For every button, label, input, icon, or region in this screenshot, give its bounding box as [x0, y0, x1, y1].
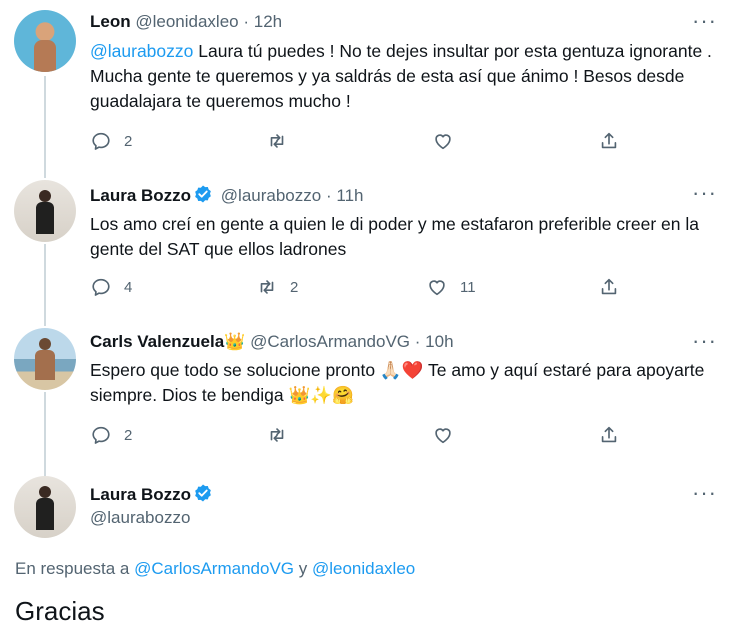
- timestamp[interactable]: 11h: [336, 186, 363, 205]
- tweet-text: @laurabozzo Laura tú puedes ! No te deje…: [90, 39, 725, 114]
- retweet-button[interactable]: [266, 130, 288, 152]
- heart-icon: [435, 428, 451, 444]
- retweet-icon: [260, 280, 274, 294]
- heart-icon: [429, 280, 445, 296]
- heart-icon: [435, 134, 451, 150]
- more-icon[interactable]: ···: [692, 8, 717, 34]
- reply-icon: [92, 132, 110, 150]
- tweet-text: Espero que todo se solucione pronto 🙏🏻❤️…: [90, 358, 725, 408]
- reply-join: y: [294, 559, 312, 578]
- author-handle[interactable]: @leonidaxleo: [135, 12, 238, 31]
- author-handle[interactable]: @laurabozzo: [90, 508, 190, 527]
- reply-icon: [92, 426, 110, 444]
- like-button[interactable]: [432, 424, 454, 446]
- avatar[interactable]: [14, 328, 76, 390]
- tweet-actions: 2: [90, 130, 630, 154]
- emoji-group: 🙏🏻❤️: [379, 360, 424, 380]
- author-handle[interactable]: @CarlosArmandoVG: [250, 332, 410, 351]
- mention-link[interactable]: @leonidaxleo: [312, 559, 415, 578]
- tweet-laura-reply[interactable]: Laura Bozzo @laurabozzo · 11h ··· Los am…: [0, 170, 739, 318]
- avatar[interactable]: [14, 10, 76, 72]
- separator-dot: ·: [325, 186, 332, 205]
- main-tweet-text: Gracias: [15, 596, 105, 626]
- like-count: 11: [460, 278, 476, 296]
- share-button[interactable]: [598, 130, 620, 152]
- reply-prefix: En respuesta a: [15, 559, 135, 578]
- tweet-actions: 2: [90, 424, 630, 448]
- retweet-button[interactable]: 2: [256, 276, 298, 298]
- tweet-actions: 4 2 11: [90, 276, 630, 300]
- separator-dot: ·: [243, 12, 250, 31]
- more-icon[interactable]: ···: [692, 180, 717, 206]
- author-name[interactable]: Laura Bozzo: [90, 485, 191, 504]
- tweet-text: Los amo creí en gente a quien le di pode…: [90, 214, 699, 259]
- mention-link[interactable]: @laurabozzo: [90, 41, 193, 61]
- reply-button[interactable]: 4: [90, 276, 132, 298]
- share-icon: [601, 132, 617, 149]
- tweet-carls[interactable]: Carls Valenzuela👑 @CarlosArmandoVG · 10h…: [0, 318, 739, 468]
- tweet-header: Carls Valenzuela👑 @CarlosArmandoVG · 10h: [90, 332, 454, 352]
- separator-dot: ·: [414, 332, 421, 351]
- retweet-count: 2: [290, 278, 299, 296]
- avatar[interactable]: [14, 476, 76, 538]
- tweet-leon[interactable]: Leon @leonidaxleo · 12h ··· @laurabozzo …: [0, 0, 739, 170]
- tweet-header: Laura Bozzo @laurabozzo · 11h: [90, 184, 363, 206]
- author-name[interactable]: Carls Valenzuela: [90, 332, 224, 351]
- share-icon: [601, 426, 617, 443]
- name-emoji: 👑: [224, 332, 246, 351]
- reply-button[interactable]: 2: [90, 424, 132, 446]
- verified-badge-icon: [195, 484, 211, 502]
- author-name[interactable]: Leon: [90, 12, 131, 31]
- retweet-icon: [270, 134, 284, 148]
- timestamp[interactable]: 10h: [425, 332, 453, 351]
- main-tweet-author: Laura Bozzo: [90, 483, 216, 505]
- reply-icon: [92, 278, 110, 296]
- tweet-body-part1: Espero que todo se solucione pronto: [90, 360, 380, 380]
- share-button[interactable]: [598, 276, 620, 298]
- reply-count: 2: [124, 132, 133, 150]
- verified-badge-icon: [195, 185, 211, 203]
- share-icon: [601, 278, 617, 295]
- mention-link[interactable]: @CarlosArmandoVG: [134, 559, 294, 578]
- main-tweet-handle: @laurabozzo: [90, 508, 190, 528]
- reply-count: 2: [124, 426, 133, 444]
- reply-context: En respuesta a @CarlosArmandoVG y @leoni…: [15, 559, 415, 579]
- more-icon[interactable]: ···: [692, 328, 717, 354]
- author-name[interactable]: Laura Bozzo: [90, 186, 191, 205]
- retweet-button[interactable]: [266, 424, 288, 446]
- retweet-icon: [270, 428, 284, 442]
- author-handle[interactable]: @laurabozzo: [221, 186, 321, 205]
- more-icon[interactable]: ···: [692, 480, 717, 506]
- like-button[interactable]: 11: [426, 276, 476, 298]
- avatar[interactable]: [14, 180, 76, 242]
- main-tweet: Laura Bozzo @laurabozzo ···: [0, 468, 739, 640]
- emoji-group: 👑✨🤗: [288, 385, 354, 405]
- share-button[interactable]: [598, 424, 620, 446]
- reply-button[interactable]: 2: [90, 130, 132, 152]
- reply-count: 4: [124, 278, 133, 296]
- timestamp[interactable]: 12h: [254, 12, 282, 31]
- like-button[interactable]: [432, 130, 454, 152]
- tweet-header: Leon @leonidaxleo · 12h: [90, 12, 282, 32]
